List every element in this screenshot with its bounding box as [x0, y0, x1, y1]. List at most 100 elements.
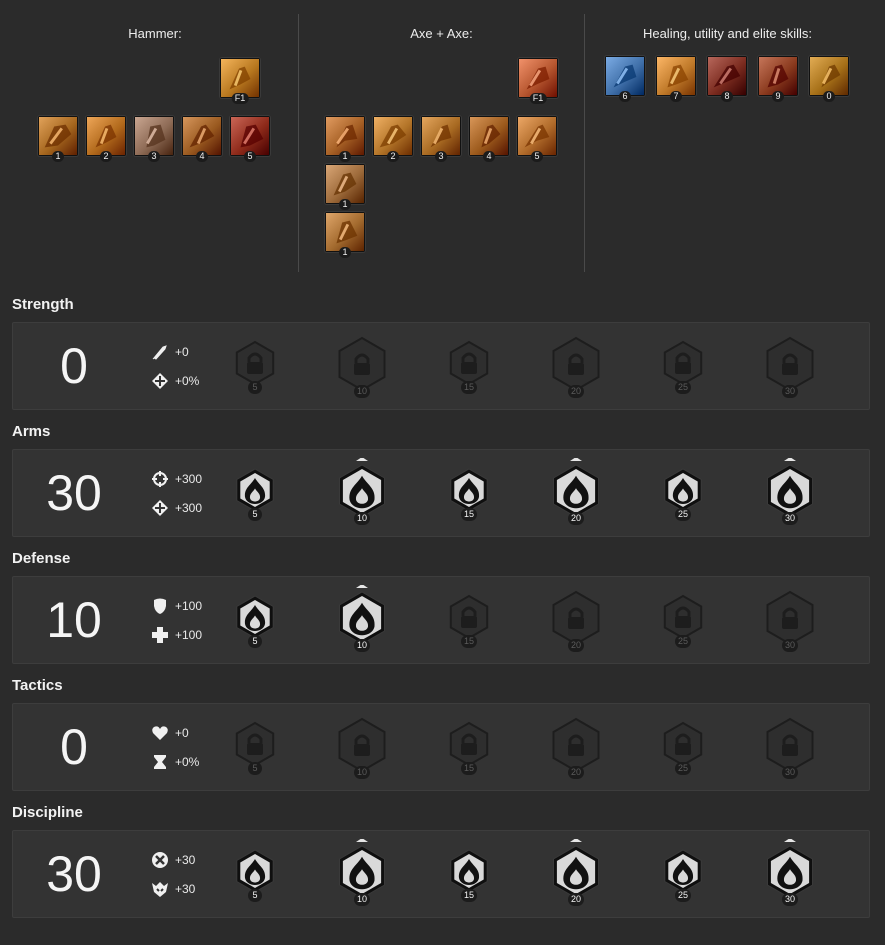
trait-tier-label: 25 [674, 889, 692, 902]
major-trait-10[interactable]: 10 [334, 331, 390, 398]
toughness-icon [154, 598, 166, 614]
trait-tier-label: 15 [460, 762, 478, 775]
trait-line-title: Tactics [12, 677, 63, 694]
skill-slot-0[interactable]: 0 [809, 56, 849, 102]
weapon-set-hammer: Hammer: F1 1 2 3 4 5 [12, 14, 299, 272]
minor-trait-25[interactable]: 25 [660, 847, 706, 902]
trait-line-tactics: 0 +0 +0% 5 10 15 20 25 30 [12, 703, 870, 791]
skill-key-label: 9 [772, 91, 784, 102]
trait-tier-label: 5 [248, 889, 262, 902]
skill-slot-3[interactable]: 3 [134, 116, 174, 162]
major-trait-20[interactable]: 20 [548, 839, 604, 906]
skill-key-label: 4 [483, 151, 495, 162]
trait-points-value: 30 [46, 846, 102, 902]
bulls-charge-icon [759, 57, 797, 95]
minor-trait-5[interactable]: 5 [232, 720, 278, 775]
major-trait-10[interactable]: 10 [334, 712, 390, 779]
minor-trait-5[interactable]: 5 [232, 466, 278, 521]
stat-bonus: +300 [151, 469, 202, 489]
minor-trait-15[interactable]: 15 [446, 593, 492, 648]
major-trait-20[interactable]: 20 [548, 712, 604, 779]
minor-trait-5[interactable]: 5 [232, 847, 278, 902]
skill-key-label: 4 [196, 151, 208, 162]
major-trait-30[interactable]: 30 [762, 585, 818, 652]
skill-slot-5[interactable]: 5 [230, 116, 270, 162]
major-trait-30[interactable]: 30 [762, 458, 818, 525]
trait-points-value: 0 [60, 338, 88, 394]
minor-trait-15[interactable]: 15 [446, 720, 492, 775]
trait-tier-label: 5 [248, 508, 262, 521]
skill-slot-3[interactable]: 3 [421, 116, 461, 162]
weapon-set-utility: Healing, utility and elite skills: 6 7 8 9 0 [585, 14, 870, 272]
trait-tier-label: 30 [781, 639, 799, 652]
major-trait-10[interactable]: 10 [334, 585, 390, 652]
minor-trait-25[interactable]: 25 [660, 339, 706, 394]
major-trait-20[interactable]: 20 [548, 458, 604, 525]
trait-tier-label: 15 [460, 889, 478, 902]
minor-trait-15[interactable]: 15 [446, 339, 492, 394]
weapon-set-title: Hammer: [128, 26, 182, 41]
minor-trait-25[interactable]: 25 [660, 720, 706, 775]
skill-slot-8[interactable]: 8 [707, 56, 747, 102]
trait-tier-label: 25 [674, 508, 692, 521]
skill-slot-7[interactable]: 7 [656, 56, 696, 102]
skill-slot-9[interactable]: 9 [758, 56, 798, 102]
major-trait-30[interactable]: 30 [762, 712, 818, 779]
stat-value: +300 [175, 501, 203, 515]
skill-key-label: 1 [339, 151, 351, 162]
condition-damage-icon [152, 500, 168, 516]
banner-icon [657, 57, 695, 95]
trait-tier-label: 20 [567, 639, 585, 652]
vitality-icon [152, 726, 168, 740]
minor-trait-5[interactable]: 5 [232, 593, 278, 648]
minor-trait-25[interactable]: 25 [660, 466, 706, 521]
throw-axe-icon [374, 117, 412, 155]
skill-slot-4[interactable]: 4 [182, 116, 222, 162]
skill-slot-1[interactable]: 1 [325, 116, 365, 162]
skill-slot-2[interactable]: 2 [373, 116, 413, 162]
skill-slot-2[interactable]: 2 [86, 116, 126, 162]
trait-tier-label: 20 [567, 385, 585, 398]
stat-bonus: +30 [151, 850, 195, 870]
skill-slot-5[interactable]: 5 [517, 116, 557, 162]
profession-skill-button[interactable]: F1 [220, 58, 260, 104]
trait-points-value: 30 [46, 465, 102, 521]
skill-key-label: 2 [387, 151, 399, 162]
skill-key-label: 7 [670, 91, 682, 102]
profession-skill-button[interactable]: F1 [518, 58, 558, 104]
chain-skill-slot[interactable]: 1 [325, 212, 365, 258]
major-trait-10[interactable]: 10 [334, 458, 390, 525]
critical-damage-icon [152, 852, 168, 868]
major-trait-30[interactable]: 30 [762, 331, 818, 398]
skill-key-label: 1 [339, 247, 351, 258]
minor-trait-15[interactable]: 15 [446, 466, 492, 521]
major-trait-30[interactable]: 30 [762, 839, 818, 906]
chain-skill-slot[interactable]: 1 [325, 164, 365, 210]
burst-skill-icon [221, 59, 259, 97]
minor-trait-25[interactable]: 25 [660, 593, 706, 648]
weapon-set-title: Axe + Axe: [410, 26, 473, 41]
trait-tier-label: 10 [353, 893, 371, 906]
trait-tier-label: 15 [460, 635, 478, 648]
skill-slot-1[interactable]: 1 [38, 116, 78, 162]
signet-of-rage-icon [810, 57, 848, 95]
minor-trait-5[interactable]: 5 [232, 339, 278, 394]
trait-line-discipline: 30 +30 +30 5 10 15 20 25 30 [12, 830, 870, 918]
major-trait-20[interactable]: 20 [548, 331, 604, 398]
whirling-axe-icon [470, 117, 508, 155]
major-trait-10[interactable]: 10 [334, 839, 390, 906]
skill-slot-6[interactable]: 6 [605, 56, 645, 102]
stat-bonus: +300 [151, 498, 202, 518]
stat-bonus: +0 [151, 723, 189, 743]
major-trait-20[interactable]: 20 [548, 585, 604, 652]
skill-key-label: 1 [52, 151, 64, 162]
trait-tier-label: 10 [353, 512, 371, 525]
skill-slot-4[interactable]: 4 [469, 116, 509, 162]
trait-points-value: 10 [46, 592, 102, 648]
skill-key-label: 5 [244, 151, 256, 162]
stat-bonus: +30 [151, 879, 195, 899]
stat-bonus: +100 [151, 596, 202, 616]
axe-chain-icon [518, 117, 556, 155]
stat-value: +0 [175, 345, 189, 359]
minor-trait-15[interactable]: 15 [446, 847, 492, 902]
